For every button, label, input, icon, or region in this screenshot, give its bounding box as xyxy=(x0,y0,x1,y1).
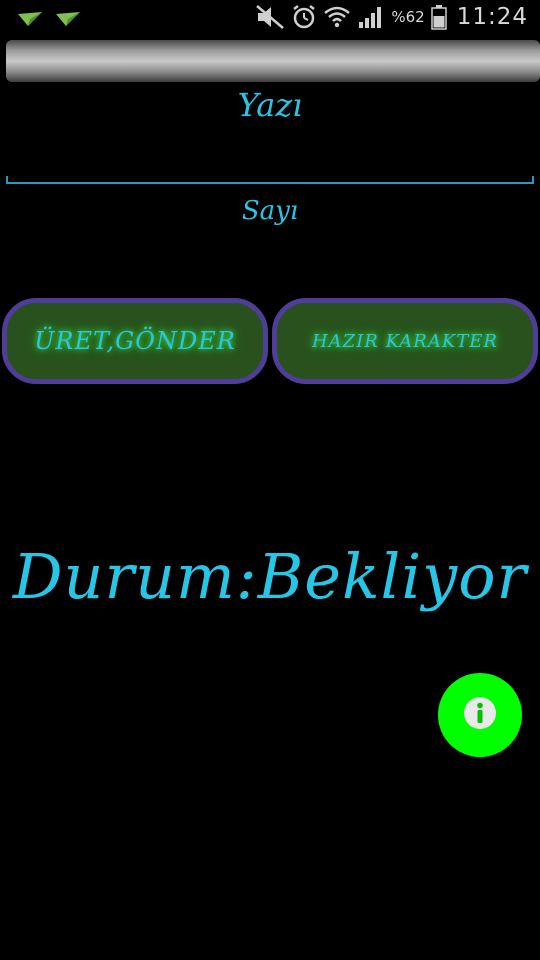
yazi-input[interactable] xyxy=(6,130,534,184)
uret-gonder-label: ÜRET,GÖNDER xyxy=(34,327,236,355)
clock: 11:24 xyxy=(456,4,528,30)
action-bar xyxy=(6,40,540,82)
mute-icon xyxy=(255,4,285,30)
input-underline-cap xyxy=(6,176,8,184)
paper-plane-notification-icon xyxy=(16,8,44,30)
status-text: Durum:Bekliyor xyxy=(12,540,528,613)
uret-gonder-button[interactable]: ÜRET,GÖNDER xyxy=(2,298,268,384)
input-underline-cap xyxy=(532,176,534,184)
status-bar: %62 11:24 xyxy=(0,0,540,38)
info-fab-button[interactable] xyxy=(438,673,522,757)
hazir-karakter-label: HAZIR KARAKTER xyxy=(311,330,498,352)
paper-plane-notification-icon xyxy=(54,8,82,30)
alarm-icon xyxy=(291,4,317,30)
battery-percent: %62 xyxy=(391,8,425,26)
system-icons: %62 11:24 xyxy=(255,4,528,30)
signal-icon xyxy=(357,4,385,30)
hazir-karakter-button[interactable]: HAZIR KARAKTER xyxy=(272,298,538,384)
sayi-label: Sayı xyxy=(241,196,299,226)
notification-icons xyxy=(16,8,82,30)
info-icon xyxy=(462,695,498,735)
wifi-icon xyxy=(323,4,351,30)
battery-icon xyxy=(430,4,447,30)
yazi-label: Yazı xyxy=(237,86,303,124)
